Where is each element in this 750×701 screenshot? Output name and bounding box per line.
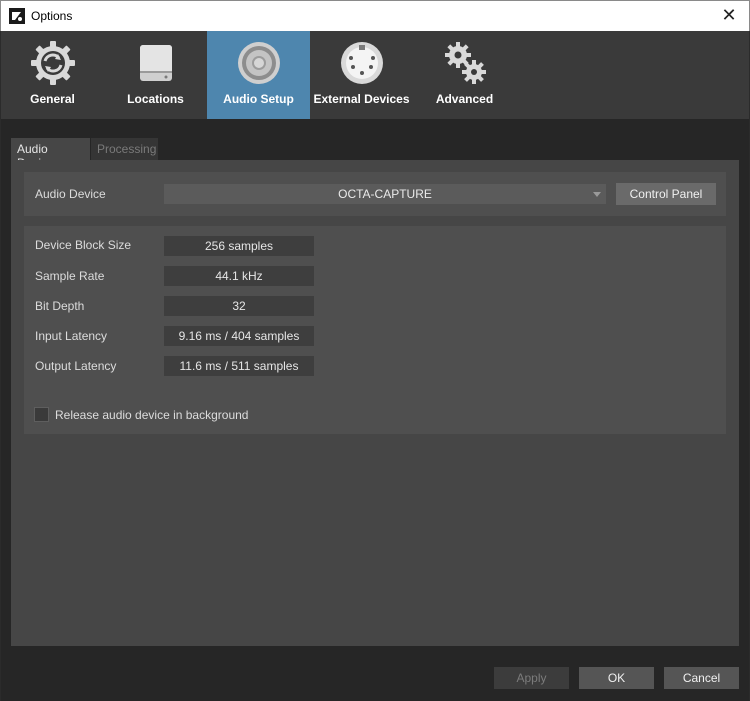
- window-title: Options: [31, 9, 73, 23]
- cancel-button[interactable]: Cancel: [664, 667, 739, 689]
- bit-depth-value: 32: [164, 296, 314, 316]
- category-label: Audio Setup: [223, 92, 294, 106]
- gears-icon: [444, 42, 486, 84]
- category-label: Advanced: [435, 92, 494, 106]
- category-advanced[interactable]: Advanced: [413, 31, 516, 119]
- audio-device-selected-value: OCTA-CAPTURE: [338, 187, 432, 201]
- midi-port-icon: [340, 42, 383, 84]
- block-size-value: 256 samples: [164, 236, 314, 256]
- audio-device-select[interactable]: OCTA-CAPTURE: [164, 184, 606, 204]
- sample-rate-value: 44.1 kHz: [164, 266, 314, 286]
- category-audio-setup[interactable]: Audio Setup: [207, 31, 310, 119]
- release-background-checkbox[interactable]: [34, 407, 49, 422]
- refresh-gear-icon: [30, 41, 75, 85]
- studio-one-logo-icon: [9, 8, 25, 24]
- category-toolbar: General Locations Audio Setup External D…: [1, 31, 749, 119]
- output-latency-label: Output Latency: [35, 359, 117, 373]
- window-titlebar: Options ✕: [0, 0, 750, 31]
- device-info-group: [24, 226, 726, 434]
- drive-icon: [139, 45, 172, 81]
- category-external-devices[interactable]: External Devices: [310, 31, 413, 119]
- category-label: External Devices: [313, 92, 410, 106]
- speaker-icon: [237, 42, 280, 84]
- output-latency-value: 11.6 ms / 511 samples: [164, 356, 314, 376]
- block-size-label: Device Block Size: [35, 238, 132, 252]
- audio-device-label: Audio Device: [35, 187, 106, 201]
- category-label: General: [30, 92, 75, 106]
- ok-button[interactable]: OK: [579, 667, 654, 689]
- apply-button[interactable]: Apply: [494, 667, 569, 689]
- tab-audio-device[interactable]: Audio Device: [11, 138, 90, 170]
- tab-processing[interactable]: Processing: [91, 138, 158, 160]
- category-locations[interactable]: Locations: [104, 31, 207, 119]
- release-background-label[interactable]: Release audio device in background: [55, 408, 248, 422]
- sample-rate-label: Sample Rate: [35, 269, 105, 283]
- category-label: Locations: [127, 92, 184, 106]
- close-icon[interactable]: ✕: [719, 5, 739, 25]
- input-latency-label: Input Latency: [35, 329, 108, 343]
- input-latency-value: 9.16 ms / 404 samples: [164, 326, 314, 346]
- control-panel-button[interactable]: Control Panel: [616, 183, 716, 205]
- category-general[interactable]: General: [1, 31, 104, 119]
- chevron-down-icon: [593, 192, 601, 197]
- bit-depth-label: Bit Depth: [35, 299, 85, 313]
